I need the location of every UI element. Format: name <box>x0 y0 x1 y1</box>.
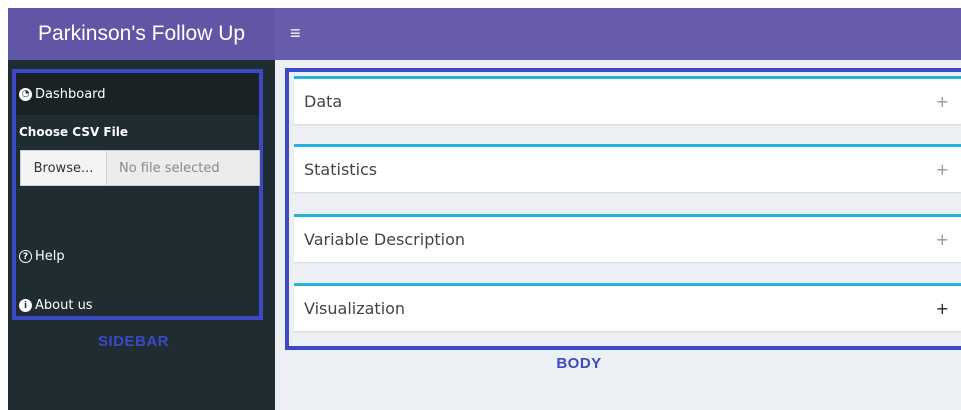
sidebar-item-label: About us <box>35 298 93 313</box>
csv-file-label: Choose CSV File <box>19 125 128 139</box>
sidebar-item-label: Help <box>35 249 65 264</box>
main-content: Data + Statistics + Variable Description… <box>275 60 961 410</box>
hamburger-icon[interactable]: ≡ <box>290 22 301 44</box>
file-input-group: Browse... No file selected <box>20 150 260 186</box>
body-highlight-frame: Data + Statistics + Variable Description… <box>285 68 961 350</box>
body-annotation: BODY <box>556 355 602 372</box>
sidebar-item-dashboard[interactable]: ◔ Dashboard <box>16 73 259 115</box>
sidebar-highlight-frame: ◔ Dashboard Choose CSV File Browse... No… <box>12 69 263 320</box>
info-circle-icon: i <box>19 299 32 312</box>
expand-icon[interactable]: + <box>936 160 949 179</box>
dashboard-icon: ◔ <box>19 87 32 101</box>
file-name-field[interactable]: No file selected <box>107 150 260 186</box>
box-title: Data <box>304 92 343 111</box>
sidebar-item-label: Dashboard <box>35 86 106 102</box>
top-navbar: ≡ <box>275 8 961 60</box>
box-title: Variable Description <box>304 230 465 249</box>
sidebar: ◔ Dashboard Choose CSV File Browse... No… <box>8 60 275 410</box>
expand-icon[interactable]: + <box>936 230 949 249</box>
expand-icon[interactable]: + <box>936 92 949 111</box>
sidebar-item-about-us[interactable]: i About us <box>19 298 93 313</box>
question-circle-icon: ? <box>19 250 32 263</box>
box-title: Visualization <box>304 299 406 318</box>
box-statistics[interactable]: Statistics + <box>294 144 961 192</box>
sidebar-item-help[interactable]: ? Help <box>19 249 65 264</box>
box-data[interactable]: Data + <box>294 76 961 124</box>
box-variable-description[interactable]: Variable Description + <box>294 214 961 262</box>
sidebar-annotation: SIDEBAR <box>97 333 169 350</box>
box-title: Statistics <box>304 160 378 179</box>
app-title: Parkinson's Follow Up <box>8 8 275 60</box>
browse-button[interactable]: Browse... <box>20 150 107 186</box>
expand-icon[interactable]: + <box>936 299 949 318</box>
box-visualization[interactable]: Visualization + <box>294 283 961 331</box>
